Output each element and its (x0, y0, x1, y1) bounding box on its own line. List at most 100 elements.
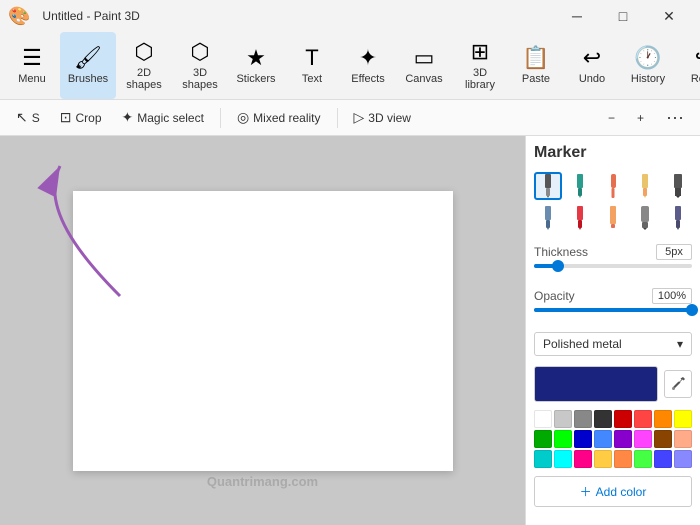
magic-select-label: Magic select (137, 111, 204, 125)
brush-item-1[interactable] (534, 172, 562, 200)
brush-item-3[interactable] (599, 172, 627, 200)
toolbar-item-3dlibrary[interactable]: ⊞ 3D library (452, 32, 508, 99)
toolbar-item-redo[interactable]: ↪ Redo (676, 32, 700, 99)
opacity-section: Opacity 100% (534, 288, 692, 312)
mixed-reality-label: Mixed reality (253, 111, 320, 125)
canvas-area[interactable]: Quantrimang.com (0, 136, 525, 525)
color-cell-4[interactable] (614, 410, 632, 428)
toolbar-item-undo[interactable]: ↩ Undo (564, 32, 620, 99)
thickness-track[interactable] (534, 264, 692, 268)
stickers-icon: ★ (246, 47, 266, 69)
thickness-section: Thickness 5px (534, 244, 692, 268)
color-cell-18[interactable] (574, 450, 592, 468)
brush-item-2[interactable] (566, 172, 594, 200)
text-label: Text (302, 73, 322, 85)
brush-item-4[interactable] (631, 172, 659, 200)
close-button[interactable]: ✕ (646, 0, 692, 32)
color-cell-7[interactable] (674, 410, 692, 428)
opacity-thumb[interactable] (686, 304, 698, 316)
color-cell-9[interactable] (554, 430, 572, 448)
color-cell-16[interactable] (534, 450, 552, 468)
color-cell-17[interactable] (554, 450, 572, 468)
undo-label: Undo (579, 73, 605, 85)
color-cell-12[interactable] (614, 430, 632, 448)
zoom-minus-button[interactable]: − (600, 107, 623, 129)
color-cell-20[interactable] (614, 450, 632, 468)
color-cell-5[interactable] (634, 410, 652, 428)
color-cell-14[interactable] (654, 430, 672, 448)
effects-icon: ✦ (359, 47, 377, 69)
current-color-swatch[interactable] (534, 366, 658, 402)
color-cell-21[interactable] (634, 450, 652, 468)
toolbar-item-text[interactable]: T Text (284, 32, 340, 99)
brush-grid (534, 172, 692, 232)
magic-select-button[interactable]: ✦ Magic select (114, 105, 212, 130)
maximize-button[interactable]: □ (600, 0, 646, 32)
3dview-button[interactable]: ▷ 3D view (346, 105, 419, 130)
color-cell-15[interactable] (674, 430, 692, 448)
redo-label: Redo (691, 73, 700, 85)
color-cell-0[interactable] (534, 410, 552, 428)
toolbar-item-brushes[interactable]: 🖌 Brushes (60, 32, 116, 99)
color-palette (534, 410, 692, 468)
color-cell-11[interactable] (594, 430, 612, 448)
crop-icon: ⊡ (60, 109, 72, 126)
more-options-button[interactable]: ··· (658, 103, 692, 132)
color-cell-3[interactable] (594, 410, 612, 428)
color-cell-10[interactable] (574, 430, 592, 448)
color-cell-6[interactable] (654, 410, 672, 428)
brush-item-8[interactable] (599, 204, 627, 232)
add-color-button[interactable]: ＋ Add color (534, 476, 692, 507)
panel-title: Marker (534, 144, 692, 162)
texture-label: Polished metal (543, 337, 622, 351)
crop-label: Crop (75, 111, 101, 125)
paste-label: Paste (522, 73, 550, 85)
select-icon: ↖ (16, 109, 28, 126)
toolbar-item-paste[interactable]: 📋 Paste (508, 32, 564, 99)
brush-item-7[interactable] (566, 204, 594, 232)
undo-icon: ↩ (583, 47, 601, 69)
color-cell-1[interactable] (554, 410, 572, 428)
minimize-button[interactable]: ─ (554, 0, 600, 32)
color-preview (534, 366, 692, 402)
3dshapes-icon: ⬡ (190, 41, 209, 63)
color-cell-23[interactable] (674, 450, 692, 468)
toolbar-item-effects[interactable]: ✦ Effects (340, 32, 396, 99)
history-icon: 🕐 (634, 47, 661, 69)
color-cell-13[interactable] (634, 430, 652, 448)
brush-item-9[interactable] (631, 204, 659, 232)
mixed-reality-icon: ◎ (237, 109, 249, 126)
mixed-reality-button[interactable]: ◎ Mixed reality (229, 105, 329, 130)
brushes-icon: 🖌 (74, 47, 102, 69)
zoom-plus-button[interactable]: + (629, 107, 652, 129)
menu-label: Menu (18, 73, 46, 85)
toolbar-item-stickers[interactable]: ★ Stickers (228, 32, 284, 99)
select-tool[interactable]: ↖ S (8, 105, 48, 130)
title-controls: ─ □ ✕ (554, 0, 692, 32)
2dshapes-icon: ⬡ (134, 41, 153, 63)
thickness-thumb[interactable] (552, 260, 564, 272)
crop-button[interactable]: ⊡ Crop (52, 105, 110, 130)
opacity-header: Opacity 100% (534, 288, 692, 304)
brush-item-10[interactable] (664, 204, 692, 232)
eyedropper-button[interactable] (664, 370, 692, 398)
color-cell-22[interactable] (654, 450, 672, 468)
drawing-canvas[interactable] (73, 191, 453, 471)
opacity-track[interactable] (534, 308, 692, 312)
thickness-value: 5px (656, 244, 692, 260)
brush-item-5[interactable] (664, 172, 692, 200)
texture-dropdown[interactable]: Polished metal ▾ (534, 332, 692, 356)
magic-select-icon: ✦ (122, 109, 134, 126)
color-cell-8[interactable] (534, 430, 552, 448)
3dlibrary-icon: ⊞ (471, 41, 489, 63)
toolbar-item-2dshapes[interactable]: ⬡ 2D shapes (116, 32, 172, 99)
toolbar-item-history[interactable]: 🕐 History (620, 32, 676, 99)
thickness-header: Thickness 5px (534, 244, 692, 260)
toolbar-item-canvas[interactable]: ▭ Canvas (396, 32, 452, 99)
toolbar-item-3dshapes[interactable]: ⬡ 3D shapes (172, 32, 228, 99)
toolbar-item-menu[interactable]: ☰ Menu (4, 32, 60, 99)
color-cell-2[interactable] (574, 410, 592, 428)
brush-item-6[interactable] (534, 204, 562, 232)
paste-icon: 📋 (522, 47, 549, 69)
color-cell-19[interactable] (594, 450, 612, 468)
